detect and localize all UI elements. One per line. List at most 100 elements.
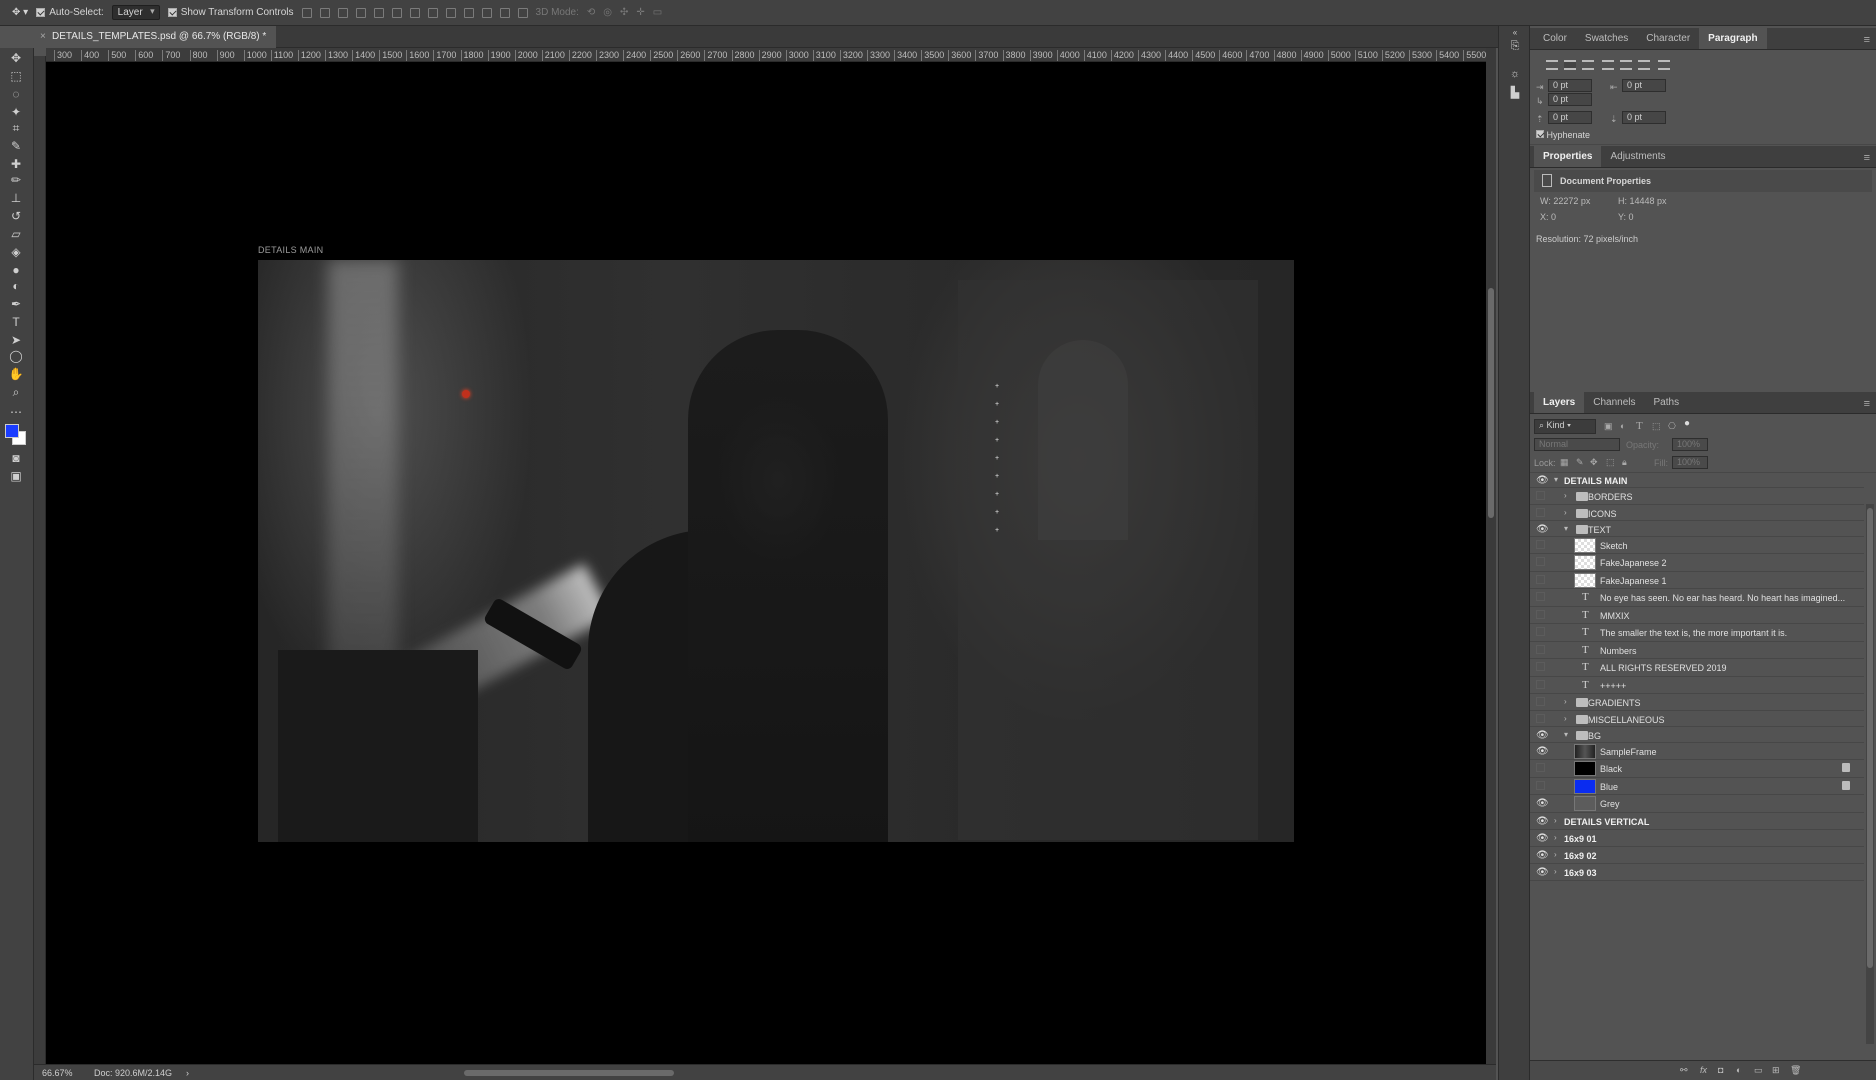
tab-swatches[interactable]: Swatches [1576, 27, 1637, 49]
dodge-tool-icon[interactable]: ◐ [7, 278, 25, 294]
more-tools-icon[interactable]: ⋯ [7, 404, 25, 420]
justify-right-icon[interactable] [1638, 60, 1650, 70]
chevron-right-icon[interactable]: › [1564, 508, 1567, 517]
indent-first-line-input[interactable]: 0 pt [1548, 93, 1592, 106]
distribute-right-icon[interactable] [499, 7, 510, 18]
document-tab[interactable]: × DETAILS_TEMPLATES.psd @ 66.7% (RGB/8) … [36, 26, 277, 48]
justify-center-icon[interactable] [1620, 60, 1632, 70]
show-transform-checkbox[interactable]: Show Transform Controls [167, 7, 294, 18]
tab-paragraph[interactable]: Paragraph [1699, 27, 1767, 49]
filter-adjustment-icon[interactable]: ◐ [1620, 421, 1625, 431]
justify-all-icon[interactable] [1658, 60, 1670, 70]
tab-layers[interactable]: Layers [1534, 391, 1585, 413]
auto-align-icon[interactable] [517, 7, 528, 18]
visibility-toggle[interactable] [1536, 781, 1545, 790]
distribute-top-icon[interactable] [409, 7, 420, 18]
visibility-toggle[interactable] [1536, 680, 1545, 689]
lock-transparent-icon[interactable]: ▦ [1560, 457, 1569, 468]
brush-tool-icon[interactable]: ✏ [7, 172, 25, 188]
layer-row[interactable]: 👁︎ Grey [1530, 795, 1864, 812]
3d-pan-icon[interactable]: ✣ [620, 7, 628, 18]
paint-bucket-tool-icon[interactable]: ◈ [7, 244, 25, 260]
tab-color[interactable]: Color [1534, 27, 1576, 49]
fx-icon[interactable]: fx [1700, 1065, 1707, 1075]
delete-layer-icon[interactable]: 🗑︎ [1790, 1065, 1801, 1076]
visibility-toggle[interactable] [1536, 610, 1545, 619]
path-selection-tool-icon[interactable]: ➤ [7, 332, 25, 348]
align-hcenter-icon[interactable] [373, 7, 384, 18]
zoom-tool-icon[interactable]: ⌕ [7, 384, 25, 400]
lock-artboard-icon[interactable]: ⬚ [1606, 457, 1615, 468]
tab-properties[interactable]: Properties [1534, 145, 1602, 167]
layer-row[interactable]: 👁︎ › 16x9 03 [1530, 864, 1864, 881]
visibility-toggle[interactable] [1536, 540, 1545, 549]
screen-mode-icon[interactable]: ▣ [7, 468, 25, 484]
chevron-right-icon[interactable]: › [1564, 491, 1567, 500]
magic-wand-tool-icon[interactable]: ✦ [7, 104, 25, 120]
layer-row[interactable]: T Numbers [1530, 642, 1864, 659]
lock-all-icon[interactable]: 🔒︎ [1622, 457, 1627, 468]
hand-tool-icon[interactable]: ✋ [7, 366, 25, 382]
visibility-toggle[interactable] [1536, 763, 1545, 772]
visibility-toggle[interactable] [1536, 575, 1545, 584]
layers-scrollbar[interactable] [1866, 504, 1874, 1044]
fill-input[interactable]: 100% [1672, 456, 1708, 469]
space-before-input[interactable]: 0 pt [1548, 111, 1592, 124]
visibility-toggle[interactable] [1536, 662, 1545, 671]
space-after-input[interactable]: 0 pt [1622, 111, 1666, 124]
chevron-right-icon[interactable]: › [1554, 850, 1557, 859]
align-left-icon[interactable] [355, 7, 366, 18]
marquee-tool-icon[interactable]: ⬚ [7, 68, 25, 84]
filter-smart-object-icon[interactable]: ⎔ [1668, 421, 1676, 432]
layer-row[interactable]: Sketch [1530, 537, 1864, 554]
lasso-tool-icon[interactable]: ◌ [7, 86, 25, 102]
tab-character[interactable]: Character [1637, 27, 1699, 49]
artboard-label[interactable]: DETAILS MAIN [258, 245, 323, 255]
visibility-eye-icon[interactable]: 👁︎ [1536, 524, 1549, 535]
visibility-eye-icon[interactable]: 👁︎ [1536, 746, 1549, 757]
quick-mask-icon[interactable]: ◙ [7, 450, 25, 466]
align-right-icon[interactable] [391, 7, 402, 18]
layer-row[interactable]: 👁︎ › 16x9 01 [1530, 830, 1864, 847]
visibility-eye-icon[interactable]: 👁︎ [1536, 475, 1549, 486]
add-mask-icon[interactable]: ◘ [1718, 1065, 1723, 1075]
chevron-right-icon[interactable]: › [1554, 816, 1557, 825]
visibility-toggle[interactable] [1536, 645, 1545, 654]
3d-camera-icon[interactable]: ▭ [653, 7, 662, 18]
distribute-hcenter-icon[interactable] [481, 7, 492, 18]
chevron-right-icon[interactable]: › [1554, 867, 1557, 876]
align-bottom-icon[interactable] [337, 7, 348, 18]
chevron-right-icon[interactable]: › [1554, 833, 1557, 842]
layer-row[interactable]: 👁︎ SampleFrame [1530, 743, 1864, 760]
visibility-toggle[interactable] [1536, 627, 1545, 636]
opacity-input[interactable]: 100% [1672, 438, 1708, 451]
move-tool-icon[interactable]: ✥ ▾ [12, 7, 28, 18]
history-icon[interactable]: ⎘ [1507, 40, 1523, 54]
panel-menu-icon[interactable]: ≡ [1864, 34, 1870, 46]
history-brush-tool-icon[interactable]: ↺ [7, 208, 25, 224]
distribute-bottom-icon[interactable] [445, 7, 456, 18]
status-arrow[interactable]: › [186, 1068, 189, 1078]
layer-row[interactable]: T No eye has seen. No ear has heard. No h… [1530, 589, 1864, 606]
pen-tool-icon[interactable]: ✒ [7, 296, 25, 312]
chevron-right-icon[interactable]: › [1564, 697, 1567, 706]
link-layers-icon[interactable]: ⚯ [1680, 1065, 1688, 1076]
auto-select-dropdown[interactable]: Layer [111, 5, 160, 20]
3d-roll-icon[interactable]: ◎ [603, 7, 612, 18]
visibility-toggle[interactable] [1536, 697, 1545, 706]
type-tool-icon[interactable]: T [7, 314, 25, 330]
crop-tool-icon[interactable]: ⌗ [7, 120, 25, 136]
eyedropper-tool-icon[interactable]: ✎ [7, 138, 25, 154]
lock-image-icon[interactable]: ✎ [1576, 457, 1584, 468]
hyphenate-checkbox[interactable]: Hyphenate [1536, 130, 1590, 140]
layers-scroll-thumb[interactable] [1867, 508, 1873, 968]
chevron-down-icon[interactable]: ▾ [1564, 730, 1568, 739]
filter-toggle-icon[interactable]: ● [1684, 418, 1690, 429]
move-tool-icon[interactable]: ✥ [7, 50, 25, 66]
zoom-level[interactable]: 66.67% [42, 1068, 73, 1078]
tab-adjustments[interactable]: Adjustments [1601, 145, 1674, 167]
3d-orbit-icon[interactable]: ⟲ [587, 7, 595, 18]
visibility-toggle[interactable] [1536, 592, 1545, 601]
adjustments-sun-icon[interactable]: ☼ [1507, 68, 1523, 82]
layer-row[interactable]: Black [1530, 760, 1864, 777]
